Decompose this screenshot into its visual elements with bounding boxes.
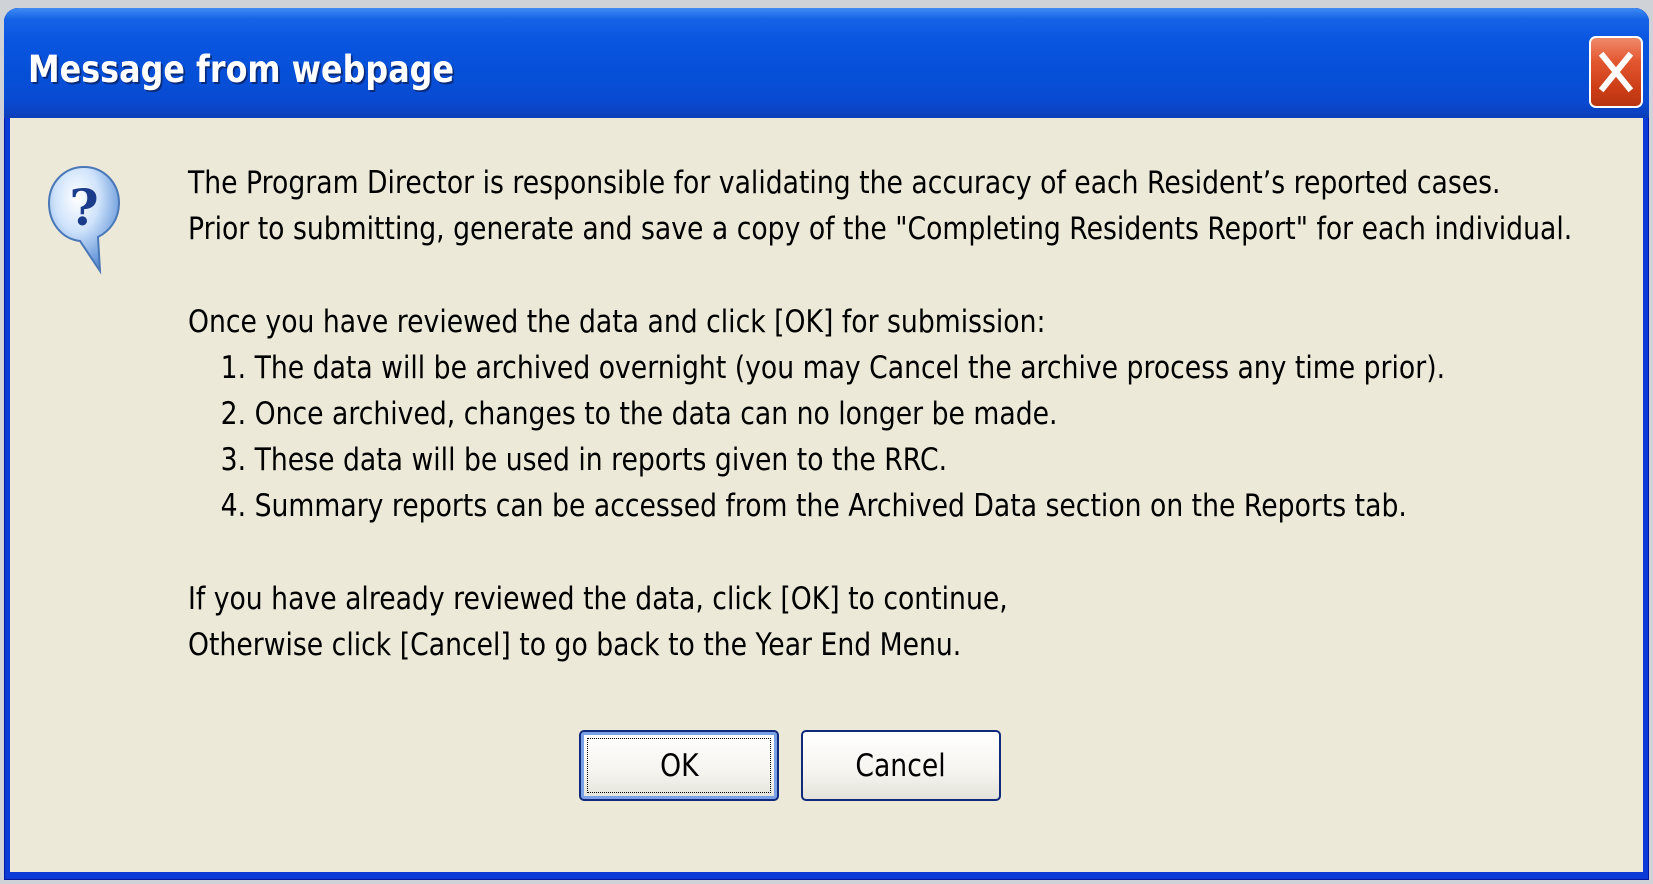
list-item: 3. These data will be used in reports gi… [220,442,948,478]
message-line: If you have already reviewed the data, c… [188,581,1008,617]
message-line: Prior to submitting, generate and save a… [188,211,1573,247]
close-icon [1598,51,1634,93]
ok-button-label: OK [659,747,699,784]
list-item: 4. Summary reports can be accessed from … [220,488,1407,524]
dialog-body: ? The Program Director is responsible fo… [10,118,1643,872]
ok-button[interactable]: OK [579,730,779,801]
title-bar[interactable]: Message from webpage [4,8,1649,118]
dialog-window: Message from webpage ? The Program Direc… [4,8,1649,880]
cancel-button-label: Cancel [855,747,947,784]
message-line: Otherwise click [Cancel] to go back to t… [188,627,962,663]
message-line: The Program Director is responsible for … [188,165,1501,201]
dialog-message: The Program Director is responsible for … [188,160,1573,668]
dialog-title: Message from webpage [28,48,455,91]
cancel-button[interactable]: Cancel [801,730,1001,801]
close-button[interactable] [1589,36,1643,108]
list-item: 2. Once archived, changes to the data ca… [220,396,1058,432]
question-icon: ? [47,165,121,275]
svg-text:?: ? [69,178,98,237]
message-line: Once you have reviewed the data and clic… [188,304,1046,340]
list-item: 1. The data will be archived overnight (… [220,350,1446,386]
